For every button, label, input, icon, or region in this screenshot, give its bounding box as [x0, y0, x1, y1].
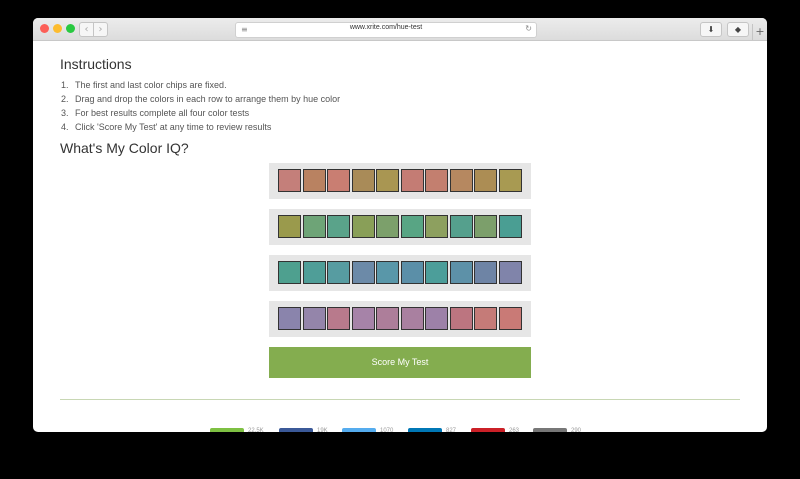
draggable-color-chip[interactable]	[327, 215, 350, 238]
instruction-item: 3. For best results complete all four col…	[61, 108, 250, 118]
page-content: Instructions 1. The first and last color …	[33, 41, 767, 432]
draggable-color-chip[interactable]	[449, 215, 473, 238]
hue-row-1	[269, 163, 531, 199]
draggable-color-chip[interactable]	[400, 169, 424, 192]
instruction-item: 1. The first and last color chips are fix…	[61, 80, 227, 90]
linkedin-share-count: 827	[446, 428, 457, 432]
minimize-window-button[interactable]	[53, 24, 62, 33]
share-share-count: 22.5K	[248, 428, 264, 432]
draggable-color-chip[interactable]	[327, 261, 350, 284]
draggable-color-chip[interactable]	[474, 261, 497, 284]
share-share-button[interactable]	[210, 428, 244, 432]
fixed-color-chip	[498, 215, 522, 238]
close-window-button[interactable]	[40, 24, 49, 33]
draggable-color-chip[interactable]	[425, 169, 448, 192]
twitter-share-button[interactable]	[342, 428, 376, 432]
fixed-color-chip	[278, 307, 301, 330]
draggable-color-chip[interactable]	[376, 261, 399, 284]
draggable-color-chip[interactable]	[351, 215, 375, 238]
fixed-color-chip	[278, 261, 301, 284]
draggable-color-chip[interactable]	[474, 215, 497, 238]
instructions-list: 1. The first and last color chips are fix…	[61, 78, 340, 134]
twitter-share-count: 1070	[380, 428, 394, 432]
draggable-color-chip[interactable]	[425, 307, 448, 330]
pinterest-share-button[interactable]	[471, 428, 505, 432]
fixed-color-chip	[498, 307, 522, 330]
draggable-color-chip[interactable]	[400, 261, 424, 284]
draggable-color-chip[interactable]	[302, 215, 326, 238]
draggable-color-chip[interactable]	[425, 261, 448, 284]
hue-row-4	[269, 301, 531, 337]
back-button[interactable]: ‹	[79, 22, 94, 37]
draggable-color-chip[interactable]	[376, 215, 399, 238]
draggable-color-chip[interactable]	[351, 261, 375, 284]
draggable-color-chip[interactable]	[302, 169, 326, 192]
download-icon: ⬇	[707, 25, 715, 34]
instruction-item: 4. Click 'Score My Test' at any time to r…	[61, 122, 272, 132]
draggable-color-chip[interactable]	[474, 307, 497, 330]
draggable-color-chip[interactable]	[400, 307, 424, 330]
chevron-left-icon: ‹	[84, 24, 89, 35]
facebook-share-count: 19K	[317, 428, 328, 432]
draggable-color-chip[interactable]	[351, 307, 375, 330]
instruction-item: 2. Drag and drop the colors in each row t…	[61, 94, 341, 104]
fixed-color-chip	[498, 169, 522, 192]
extension-button[interactable]: ◆	[727, 22, 749, 37]
linkedin-share-button[interactable]	[408, 428, 442, 432]
hue-row-2	[269, 209, 531, 245]
draggable-color-chip[interactable]	[376, 307, 399, 330]
draggable-color-chip[interactable]	[351, 169, 375, 192]
fixed-color-chip	[278, 215, 301, 238]
facebook-share-button[interactable]	[279, 428, 313, 432]
draggable-color-chip[interactable]	[474, 169, 497, 192]
draggable-color-chip[interactable]	[400, 215, 424, 238]
url-text[interactable]: www.xrite.com/hue-test	[236, 24, 536, 31]
pinterest-share-count: 263	[509, 428, 520, 432]
email-share-count: 290	[571, 428, 582, 432]
address-bar[interactable]: ≡ www.xrite.com/hue-test ↻	[235, 22, 537, 38]
new-tab-button[interactable]: +	[752, 24, 767, 40]
draggable-color-chip[interactable]	[302, 261, 326, 284]
hue-row-3	[269, 255, 531, 291]
draggable-color-chip[interactable]	[327, 307, 350, 330]
download-button[interactable]: ⬇	[700, 22, 722, 37]
maximize-window-button[interactable]	[66, 24, 75, 33]
chevron-right-icon: ›	[98, 24, 103, 35]
draggable-color-chip[interactable]	[327, 169, 350, 192]
instructions-heading: Instructions	[60, 56, 132, 72]
test-heading: What's My Color IQ?	[60, 140, 189, 156]
title-bar: ‹ › ≡ www.xrite.com/hue-test ↻ ⬇ ◆ +	[33, 18, 767, 41]
divider	[60, 399, 740, 400]
email-share-button[interactable]	[533, 428, 567, 432]
fixed-color-chip	[278, 169, 301, 192]
draggable-color-chip[interactable]	[425, 215, 448, 238]
draggable-color-chip[interactable]	[449, 261, 473, 284]
draggable-color-chip[interactable]	[376, 169, 399, 192]
browser-window: ‹ › ≡ www.xrite.com/hue-test ↻ ⬇ ◆ + Ins…	[33, 18, 767, 432]
forward-button[interactable]: ›	[93, 22, 108, 37]
reload-icon[interactable]: ↻	[525, 24, 532, 33]
fixed-color-chip	[498, 261, 522, 284]
score-my-test-button[interactable]: Score My Test	[269, 347, 531, 378]
draggable-color-chip[interactable]	[449, 169, 473, 192]
draggable-color-chip[interactable]	[302, 307, 326, 330]
extension-icon: ◆	[734, 25, 742, 34]
draggable-color-chip[interactable]	[449, 307, 473, 330]
